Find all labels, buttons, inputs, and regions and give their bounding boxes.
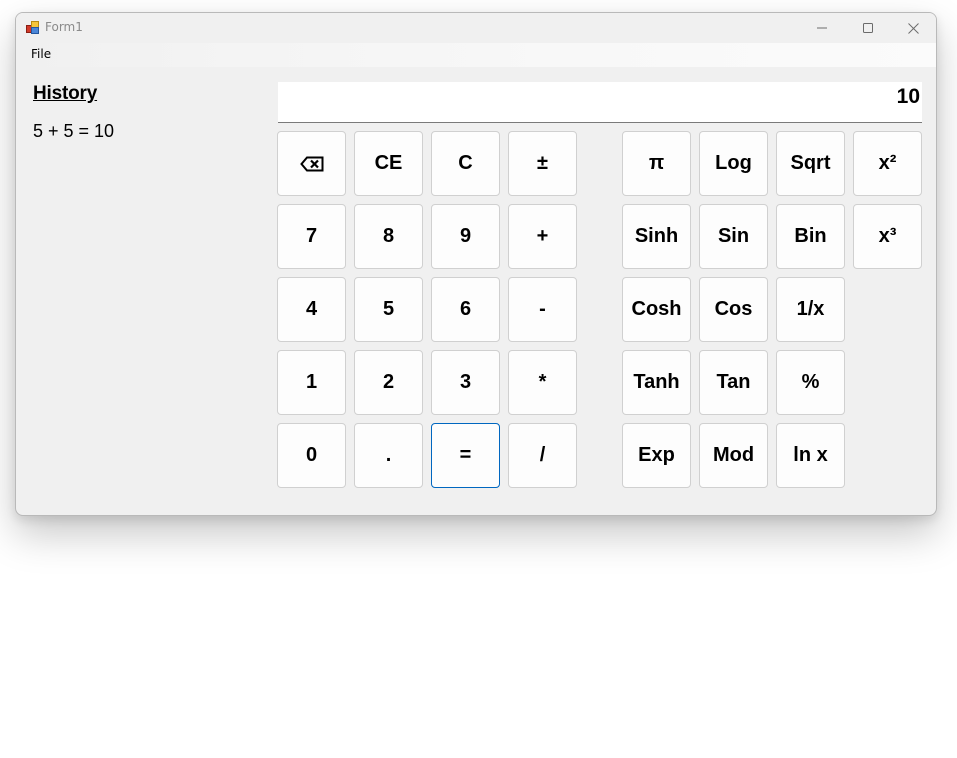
button-label: Exp bbox=[638, 444, 675, 466]
menu-bar: File bbox=[16, 43, 936, 67]
ln-button[interactable]: ln x bbox=[776, 423, 845, 488]
button-label: Bin bbox=[794, 225, 827, 247]
button-label: Mod bbox=[712, 444, 755, 466]
reciprocal-button[interactable]: 1/x bbox=[776, 277, 845, 342]
button-label: * bbox=[538, 371, 547, 393]
history-entry[interactable]: 5 + 5 = 10 bbox=[33, 121, 114, 142]
exp-button[interactable]: Exp bbox=[622, 423, 691, 488]
tan-button[interactable]: Tan bbox=[699, 350, 768, 415]
button-label: 4 bbox=[305, 298, 318, 320]
sin-button[interactable]: Sin bbox=[699, 204, 768, 269]
button-label: 8 bbox=[382, 225, 395, 247]
digit-7-button[interactable]: 7 bbox=[277, 204, 346, 269]
button-label: 0 bbox=[305, 444, 318, 466]
digit-8-button[interactable]: 8 bbox=[354, 204, 423, 269]
button-label: 5 bbox=[382, 298, 395, 320]
log-button[interactable]: Log bbox=[699, 131, 768, 196]
pi-button[interactable]: π bbox=[622, 131, 691, 196]
button-label: Sin bbox=[717, 225, 750, 247]
percent-button[interactable]: % bbox=[776, 350, 845, 415]
button-label: . bbox=[385, 444, 392, 466]
subtract-button[interactable]: - bbox=[508, 277, 577, 342]
button-label: x² bbox=[878, 152, 897, 174]
cube-button[interactable]: x³ bbox=[853, 204, 922, 269]
button-label: - bbox=[539, 298, 546, 320]
title-bar[interactable]: Form1 bbox=[16, 13, 936, 43]
button-label: C bbox=[458, 152, 473, 174]
menu-file[interactable]: File bbox=[25, 47, 57, 61]
backspace-button[interactable] bbox=[277, 131, 346, 196]
button-label: π bbox=[648, 152, 665, 174]
digit-2-button[interactable]: 2 bbox=[354, 350, 423, 415]
button-label: CE bbox=[374, 152, 403, 174]
button-label: 9 bbox=[459, 225, 472, 247]
button-label: Log bbox=[715, 152, 752, 174]
result-display[interactable]: 10 bbox=[278, 82, 922, 123]
button-label: Tan bbox=[716, 371, 751, 393]
digit-1-button[interactable]: 1 bbox=[277, 350, 346, 415]
button-label: = bbox=[459, 444, 472, 466]
minimize-icon bbox=[817, 27, 827, 29]
button-label: Sqrt bbox=[790, 152, 831, 174]
winforms-app-icon bbox=[26, 21, 39, 34]
button-label: Sinh bbox=[634, 225, 679, 247]
calculator-window: Form1 File History 5 + 5 = 10 10 CE C ±7 8 9… bbox=[15, 12, 937, 516]
button-label: 1 bbox=[305, 371, 318, 393]
button-label: + bbox=[536, 225, 549, 247]
clear-entry-button[interactable]: CE bbox=[354, 131, 423, 196]
close-icon bbox=[907, 22, 919, 34]
digit-4-button[interactable]: 4 bbox=[277, 277, 346, 342]
cosh-button[interactable]: Cosh bbox=[622, 277, 691, 342]
multiply-button[interactable]: * bbox=[508, 350, 577, 415]
tanh-button[interactable]: Tanh bbox=[622, 350, 691, 415]
bin-button[interactable]: Bin bbox=[776, 204, 845, 269]
digit-3-button[interactable]: 3 bbox=[431, 350, 500, 415]
button-label: Tanh bbox=[633, 371, 680, 393]
button-label: x³ bbox=[878, 225, 897, 247]
button-label: ln x bbox=[793, 444, 828, 466]
button-label: 6 bbox=[459, 298, 472, 320]
equals-button[interactable]: = bbox=[431, 423, 500, 488]
window-title: Form1 bbox=[45, 20, 83, 34]
digit-5-button[interactable]: 5 bbox=[354, 277, 423, 342]
button-label: Cos bbox=[714, 298, 753, 320]
add-button[interactable]: + bbox=[508, 204, 577, 269]
close-button[interactable] bbox=[890, 13, 936, 43]
digit-9-button[interactable]: 9 bbox=[431, 204, 500, 269]
sqrt-button[interactable]: Sqrt bbox=[776, 131, 845, 196]
button-label: / bbox=[539, 444, 546, 466]
button-label: 2 bbox=[382, 371, 395, 393]
button-label: 7 bbox=[305, 225, 318, 247]
divide-button[interactable]: / bbox=[508, 423, 577, 488]
minimize-button[interactable] bbox=[799, 13, 845, 43]
button-label: % bbox=[801, 371, 820, 393]
button-label: ± bbox=[537, 152, 548, 174]
button-label: 1/x bbox=[796, 298, 825, 320]
decimal-button[interactable]: . bbox=[354, 423, 423, 488]
button-label: 3 bbox=[459, 371, 472, 393]
button-label: Cosh bbox=[631, 298, 682, 320]
negate-button[interactable]: ± bbox=[508, 131, 577, 196]
maximize-button[interactable] bbox=[845, 13, 891, 43]
backspace-icon bbox=[299, 156, 323, 171]
square-button[interactable]: x² bbox=[853, 131, 922, 196]
history-heading: History bbox=[33, 83, 98, 104]
digit-6-button[interactable]: 6 bbox=[431, 277, 500, 342]
clear-button[interactable]: C bbox=[431, 131, 500, 196]
display-value: 10 bbox=[896, 85, 920, 108]
maximize-icon bbox=[863, 23, 873, 33]
sinh-button[interactable]: Sinh bbox=[622, 204, 691, 269]
cos-button[interactable]: Cos bbox=[699, 277, 768, 342]
mod-button[interactable]: Mod bbox=[699, 423, 768, 488]
digit-0-button[interactable]: 0 bbox=[277, 423, 346, 488]
